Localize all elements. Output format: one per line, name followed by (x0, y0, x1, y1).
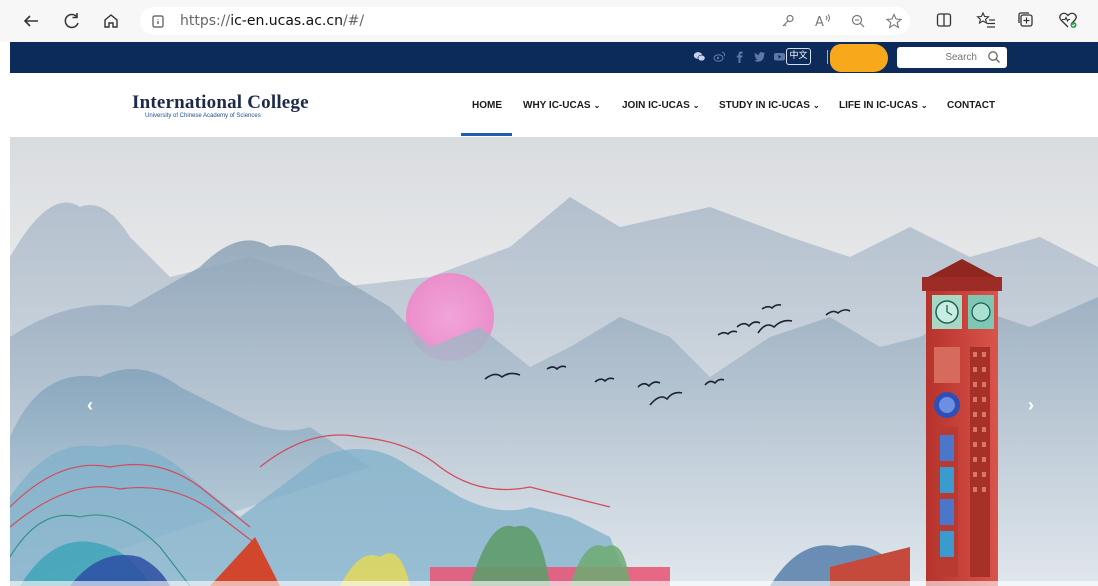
read-aloud-icon[interactable]: A (815, 13, 833, 34)
site-top-bar: 中文 (10, 42, 1098, 73)
url-text[interactable]: https://ic-en.ucas.ac.cn/#/ (180, 13, 364, 29)
key-icon[interactable] (780, 13, 796, 34)
nav-home[interactable]: HOME (472, 100, 502, 111)
browser-toolbar: https://ic-en.ucas.ac.cn/#/ A (0, 0, 1098, 42)
site-header: International College University of Chin… (10, 73, 1098, 137)
chevron-down-icon: ⌄ (593, 101, 601, 110)
favorites-icon[interactable] (976, 11, 996, 34)
nav-study-in-ic-ucas[interactable]: STUDY IN IC-UCAS ⌄ (719, 100, 820, 111)
nav-life-in-ic-ucas[interactable]: LIFE IN IC-UCAS ⌄ (839, 100, 928, 111)
search-box (897, 47, 1007, 68)
nav-home-label: HOME (472, 100, 502, 111)
url-host: ic-en.ucas.ac.cn (230, 13, 343, 29)
svg-text:A: A (815, 15, 824, 29)
url-path: /#/ (342, 13, 365, 29)
back-icon[interactable] (20, 10, 42, 32)
logo-title: International College (132, 92, 309, 113)
nav-contact[interactable]: CONTACT (947, 100, 995, 111)
nav-join-ic-ucas[interactable]: JOIN IC-UCAS ⌄ (622, 100, 700, 111)
collections-icon[interactable] (1017, 11, 1035, 34)
facebook-icon[interactable] (733, 50, 746, 63)
social-links (693, 50, 786, 63)
chevron-down-icon: ⌄ (812, 101, 820, 110)
carousel-prev-button[interactable]: ‹ (87, 395, 93, 416)
chevron-down-icon: ⌄ (692, 101, 700, 110)
nav-active-indicator (461, 133, 512, 136)
logo[interactable]: International College University of Chin… (132, 92, 309, 119)
chevron-down-icon: ⌄ (920, 101, 928, 110)
split-screen-icon[interactable] (935, 11, 953, 34)
carousel-next-button[interactable]: › (1028, 395, 1034, 416)
browser-essentials-icon[interactable] (1058, 11, 1078, 34)
nav-why-ic-ucas[interactable]: WHY IC-UCAS ⌄ (523, 100, 600, 111)
site-info-icon[interactable] (150, 13, 166, 34)
weibo-icon[interactable] (713, 50, 726, 63)
nav-join-label: JOIN IC-UCAS (622, 100, 690, 111)
nav-life-label: LIFE IN IC-UCAS (839, 100, 918, 111)
wechat-icon[interactable] (693, 50, 706, 63)
zoom-icon[interactable] (850, 13, 866, 34)
divider (827, 50, 828, 64)
language-switch-button[interactable]: 中文 (786, 48, 811, 65)
nav-contact-label: CONTACT (947, 100, 996, 111)
nav-why-label: WHY IC-UCAS (523, 100, 591, 111)
nav-study-label: STUDY IN IC-UCAS (719, 100, 810, 111)
search-icon[interactable] (987, 50, 1001, 69)
hero-carousel: ‹ › (10, 137, 1098, 586)
favorite-icon[interactable] (885, 13, 903, 34)
youtube-icon[interactable] (773, 50, 786, 63)
address-bar[interactable]: https://ic-en.ucas.ac.cn/#/ A (140, 7, 910, 35)
url-prefix: https:// (180, 13, 231, 29)
clock-tower (922, 259, 1002, 586)
redaction-overlay (830, 44, 888, 72)
home-icon[interactable] (100, 10, 122, 32)
hero-illustration (10, 137, 1098, 586)
search-input[interactable] (901, 49, 981, 66)
twitter-icon[interactable] (753, 50, 766, 63)
refresh-icon[interactable] (61, 10, 83, 32)
